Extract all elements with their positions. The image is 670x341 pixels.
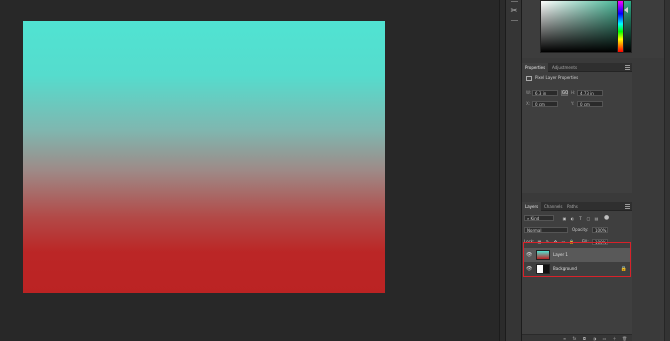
filter-toggle-icon[interactable]: ● — [604, 215, 609, 221]
canvas-workspace[interactable] — [0, 0, 500, 341]
right-panel-dock: Properties Adjustments Pixel Layer Prope… — [522, 0, 670, 341]
layer-filter-select[interactable]: ⌕ Kind — [524, 215, 554, 221]
lock-all-icon[interactable]: 🔒 — [569, 239, 574, 244]
color-panel — [522, 0, 664, 58]
pixel-layer-icon — [526, 75, 532, 81]
search-icon: ⌕ — [527, 216, 530, 221]
fill-label: Fill: — [582, 239, 589, 244]
x-label: X: — [526, 101, 531, 106]
filter-shape-icon[interactable]: ▢ — [586, 216, 591, 221]
lock-label: Lock: — [524, 239, 535, 244]
photoshop-window: ✂ Properties Adjustments Pixel Layer Pro… — [0, 0, 670, 341]
x-field[interactable]: 0 cm — [532, 101, 558, 107]
visibility-eye-icon[interactable]: 👁 — [526, 262, 532, 276]
tab-layers[interactable]: Layers — [522, 202, 542, 211]
opacity-field[interactable]: 100% — [592, 227, 608, 233]
panel-menu-icon[interactable] — [625, 204, 630, 209]
properties-header-label: Pixel Layer Properties — [535, 75, 579, 80]
new-layer-icon[interactable]: ＋ — [612, 336, 617, 341]
properties-tabbar: Properties Adjustments — [522, 63, 632, 72]
link-dimensions-button[interactable]: GO — [561, 90, 568, 96]
document-canvas-gradient[interactable] — [23, 21, 385, 293]
layer-name[interactable]: Layer 1 — [553, 248, 568, 262]
new-group-icon[interactable]: ▭ — [602, 336, 607, 341]
lock-image-pixels-icon[interactable]: ✎ — [545, 239, 550, 244]
width-label: W: — [526, 90, 532, 95]
y-field[interactable]: 0 cm — [577, 101, 603, 107]
hue-slider[interactable] — [617, 0, 624, 53]
y-label: Y: — [571, 101, 575, 106]
layer-style-icon[interactable]: fx — [572, 336, 577, 341]
visibility-eye-icon[interactable]: 👁 — [526, 248, 532, 262]
panel-dock-scrollbar[interactable] — [664, 0, 670, 341]
layer-thumbnail — [536, 264, 550, 274]
opacity-label: Opacity: — [572, 227, 589, 232]
layers-footer-toolbar: ∞ fx ◘ ◑ ▭ ＋ 🗑 — [522, 334, 632, 341]
tab-properties[interactable]: Properties — [522, 63, 549, 72]
delete-layer-icon[interactable]: 🗑 — [622, 336, 627, 341]
lock-icon[interactable]: 🔒 — [621, 262, 627, 276]
strip-divider — [511, 20, 518, 21]
strip-grip — [511, 1, 518, 2]
layers-panel: Layers Channels Paths ⌕ Kind ▣ ◐ T ▢ ▤ ●… — [522, 202, 632, 341]
filter-pixel-icon[interactable]: ▣ — [562, 216, 567, 221]
properties-panel: Properties Adjustments Pixel Layer Prope… — [522, 63, 632, 193]
panel-menu-icon[interactable] — [625, 65, 630, 70]
layer-row-layer-1[interactable]: 👁 Layer 1 — [523, 248, 631, 262]
height-field[interactable]: 4.73 in — [577, 90, 603, 96]
brush-settings-icon[interactable]: ✂ — [509, 7, 519, 15]
adjustment-layer-icon[interactable]: ◑ — [592, 336, 597, 341]
link-layers-icon[interactable]: ∞ — [562, 336, 567, 341]
filter-kind-label: Kind — [530, 216, 540, 221]
pixel-layer-properties-header: Pixel Layer Properties — [526, 75, 578, 81]
layer-thumbnail — [536, 250, 550, 260]
tab-channels[interactable]: Channels — [541, 202, 566, 211]
lock-artboard-icon[interactable]: ▭ — [561, 239, 566, 244]
layers-tabbar: Layers Channels Paths — [522, 202, 632, 211]
layer-name[interactable]: Background — [553, 262, 577, 276]
layer-row-background[interactable]: 👁 Background 🔒 — [523, 262, 631, 276]
tab-paths[interactable]: Paths — [564, 202, 581, 211]
panel-tool-strip: ✂ — [505, 0, 522, 341]
filter-adjustment-icon[interactable]: ◐ — [570, 216, 575, 221]
lock-transparency-icon[interactable]: ▦ — [537, 239, 542, 244]
height-label: H: — [571, 90, 576, 95]
fill-field[interactable]: 100% — [592, 239, 608, 245]
width-field[interactable]: 6.3 in — [532, 90, 558, 96]
filter-type-icon[interactable]: T — [578, 216, 583, 221]
lock-position-icon[interactable]: ✥ — [553, 239, 558, 244]
filter-smart-object-icon[interactable]: ▤ — [594, 216, 599, 221]
tab-adjustments[interactable]: Adjustments — [549, 63, 580, 72]
blend-mode-select[interactable]: Normal — [524, 227, 568, 233]
add-mask-icon[interactable]: ◘ — [582, 336, 587, 341]
hue-slider-arrow-icon[interactable] — [624, 7, 628, 13]
